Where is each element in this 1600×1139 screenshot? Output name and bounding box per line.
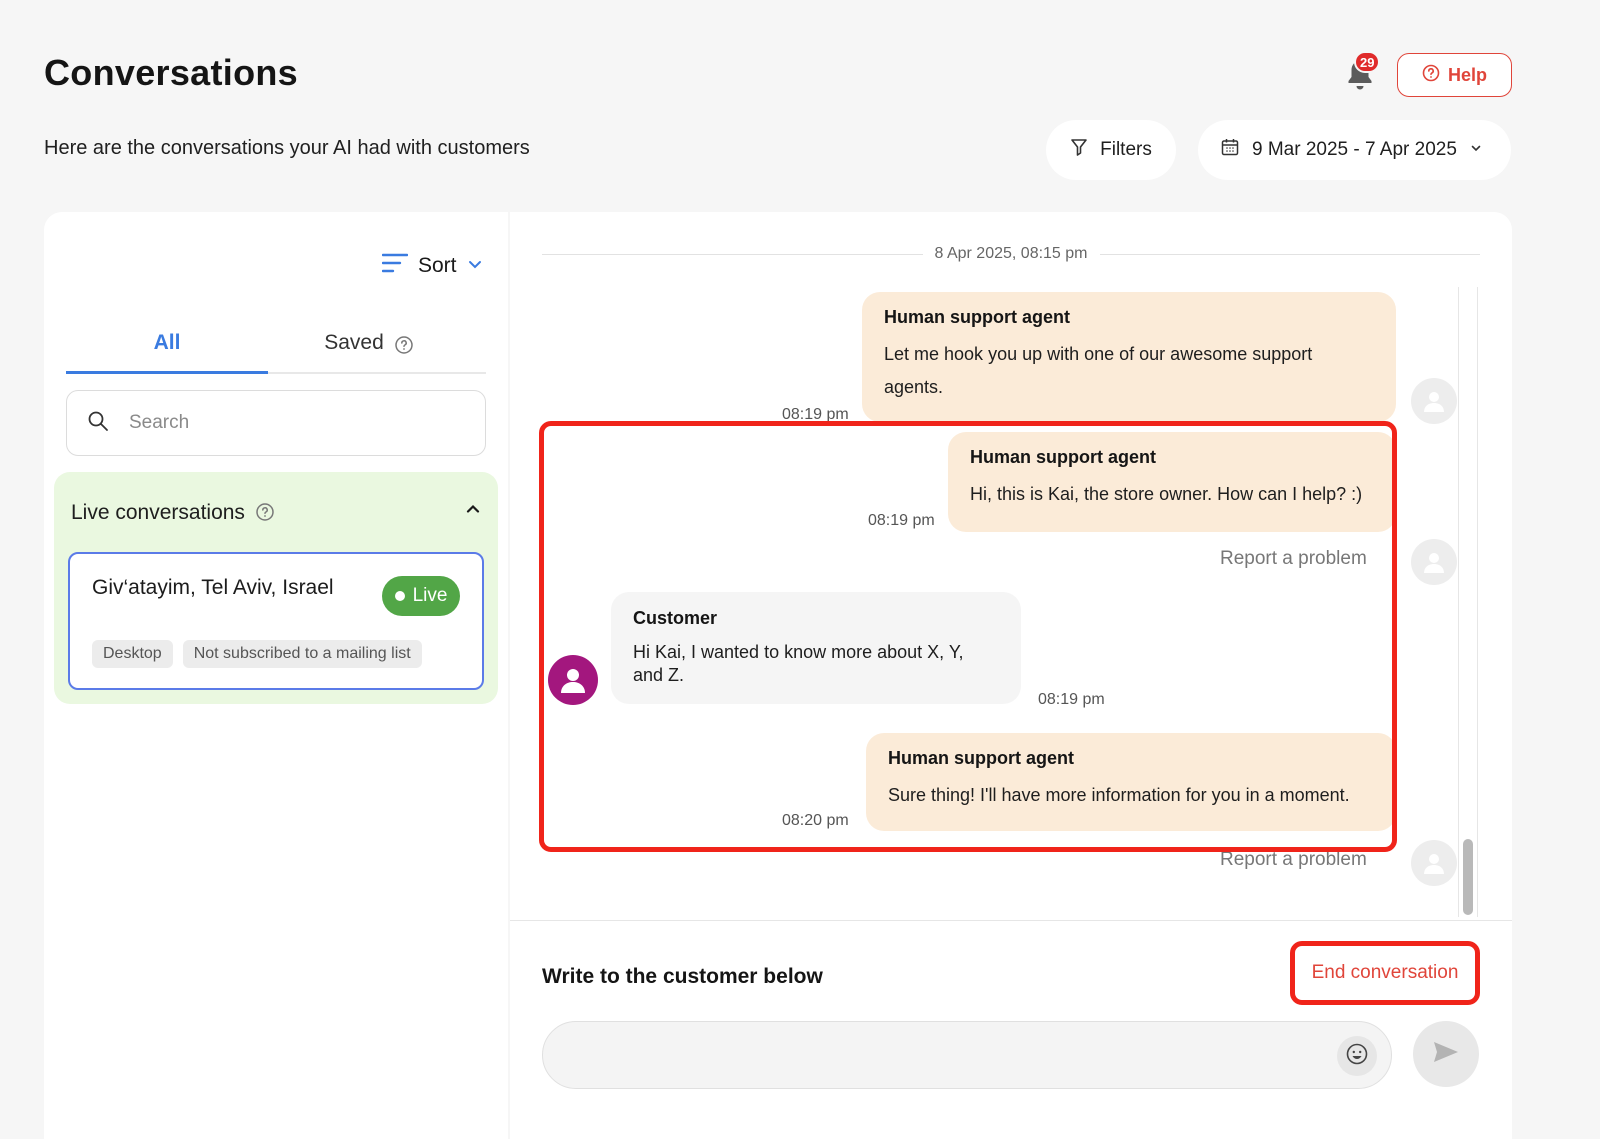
message-text: Hi Kai, I wanted to know more about X, Y… (633, 642, 964, 662)
tab-saved[interactable]: Saved (268, 326, 470, 374)
smiley-icon (1345, 1042, 1369, 1071)
customer-avatar (548, 655, 598, 705)
report-problem-link[interactable]: Report a problem (1220, 548, 1367, 570)
live-conversations-header: Live conversations (71, 498, 275, 528)
live-conversation-card[interactable]: Giv‘atayim, Tel Aviv, Israel Live Deskto… (68, 552, 484, 690)
tab-label: Saved (324, 331, 384, 354)
date-range-picker[interactable]: 9 Mar 2025 - 7 Apr 2025 (1198, 120, 1511, 180)
send-button[interactable] (1413, 1021, 1479, 1087)
date-divider: 8 Apr 2025, 08:15 pm (542, 244, 1480, 264)
message-sender: Human support agent (884, 307, 1071, 327)
live-dot-icon (394, 591, 405, 601)
report-problem-link[interactable]: Report a problem (1220, 849, 1367, 871)
date-divider-label: 8 Apr 2025, 08:15 pm (934, 245, 1088, 262)
message-sender: Human support agent (970, 447, 1157, 467)
conversation-tabs: All Saved (66, 326, 486, 374)
tag-chip: Desktop (92, 640, 173, 668)
conversation-list-panel: Sort All Saved Live conversations (44, 212, 508, 1139)
tab-all[interactable]: All (66, 326, 268, 374)
calendar-icon (1220, 137, 1240, 163)
search-input[interactable] (129, 412, 449, 434)
help-label: Help (1447, 64, 1487, 85)
agent-avatar (1411, 840, 1457, 886)
live-conversations-title: Live conversations (71, 501, 245, 524)
tag-chip: Not subscribed to a mailing list (182, 640, 422, 668)
send-arrow-icon (1432, 1040, 1460, 1069)
chat-scrollbar-thumb[interactable] (1463, 839, 1473, 915)
page-title: Conversations (44, 52, 298, 93)
chat-scrollbar[interactable] (1458, 287, 1478, 917)
customer-message-bubble: Customer Hi Kai, I wanted to know more a… (611, 592, 1021, 704)
message-sender: Customer (633, 608, 718, 628)
message-time: 08:20 pm (782, 812, 849, 829)
notification-count-badge: 29 (1354, 51, 1381, 73)
message-text: Hi, this is Kai, the store owner. How ca… (970, 484, 1363, 504)
question-circle-icon (1422, 64, 1440, 87)
conversation-location: Giv‘atayim, Tel Aviv, Israel (92, 576, 334, 599)
agent-message-bubble: Human support agent Let me hook you up w… (862, 292, 1396, 422)
message-composer: Write to the customer below End conversa… (510, 920, 1512, 1139)
agent-avatar (1411, 539, 1457, 585)
sort-label: Sort (418, 254, 457, 277)
message-time: 08:19 pm (1038, 691, 1105, 708)
message-text: Sure thing! I'll have more information f… (888, 785, 1350, 805)
tab-label: All (153, 331, 181, 354)
chat-panel: 8 Apr 2025, 08:15 pm Human support agent… (510, 212, 1512, 1139)
end-conversation-button[interactable]: End conversation (1290, 941, 1480, 1005)
agent-message-bubble: Human support agent Hi, this is Kai, the… (948, 432, 1396, 532)
search-box (66, 390, 486, 456)
message-input-box (542, 1021, 1392, 1089)
filter-funnel-icon (1070, 137, 1088, 163)
emoji-button[interactable] (1337, 1036, 1377, 1076)
conversation-tags: Desktop Not subscribed to a mailing list (92, 640, 422, 668)
agent-message-bubble: Human support agent Sure thing! I'll hav… (866, 733, 1396, 831)
composer-label: Write to the customer below (542, 965, 823, 988)
agent-avatar (1411, 378, 1457, 424)
live-status-label: Live (412, 585, 448, 606)
message-time: 08:19 pm (782, 406, 849, 423)
sort-lines-icon (381, 252, 409, 280)
live-status-badge: Live (382, 576, 460, 616)
question-circle-icon[interactable] (255, 498, 275, 528)
date-range-label: 9 Mar 2025 - 7 Apr 2025 (1252, 139, 1457, 160)
filters-button[interactable]: Filters (1046, 120, 1176, 180)
message-text: and Z. (633, 665, 685, 685)
help-button[interactable]: Help (1397, 53, 1512, 97)
question-circle-icon[interactable] (394, 331, 414, 361)
end-conversation-label: End conversation (1311, 962, 1459, 983)
page-subtitle: Here are the conversations your AI had w… (44, 137, 530, 159)
message-text: Let me hook you up with one of our aweso… (884, 344, 1313, 364)
search-icon (87, 410, 109, 437)
sort-button[interactable]: Sort (381, 252, 483, 280)
chevron-up-icon[interactable] (464, 500, 482, 523)
filters-label: Filters (1100, 139, 1152, 160)
chevron-down-icon (467, 254, 483, 278)
live-conversations-section: Live conversations Giv‘atayim, Tel Aviv,… (54, 472, 498, 704)
chevron-down-icon (1469, 139, 1483, 161)
message-time: 08:19 pm (868, 512, 935, 529)
message-text: agents. (884, 377, 944, 397)
message-sender: Human support agent (888, 748, 1075, 768)
message-input[interactable] (567, 1040, 1327, 1072)
